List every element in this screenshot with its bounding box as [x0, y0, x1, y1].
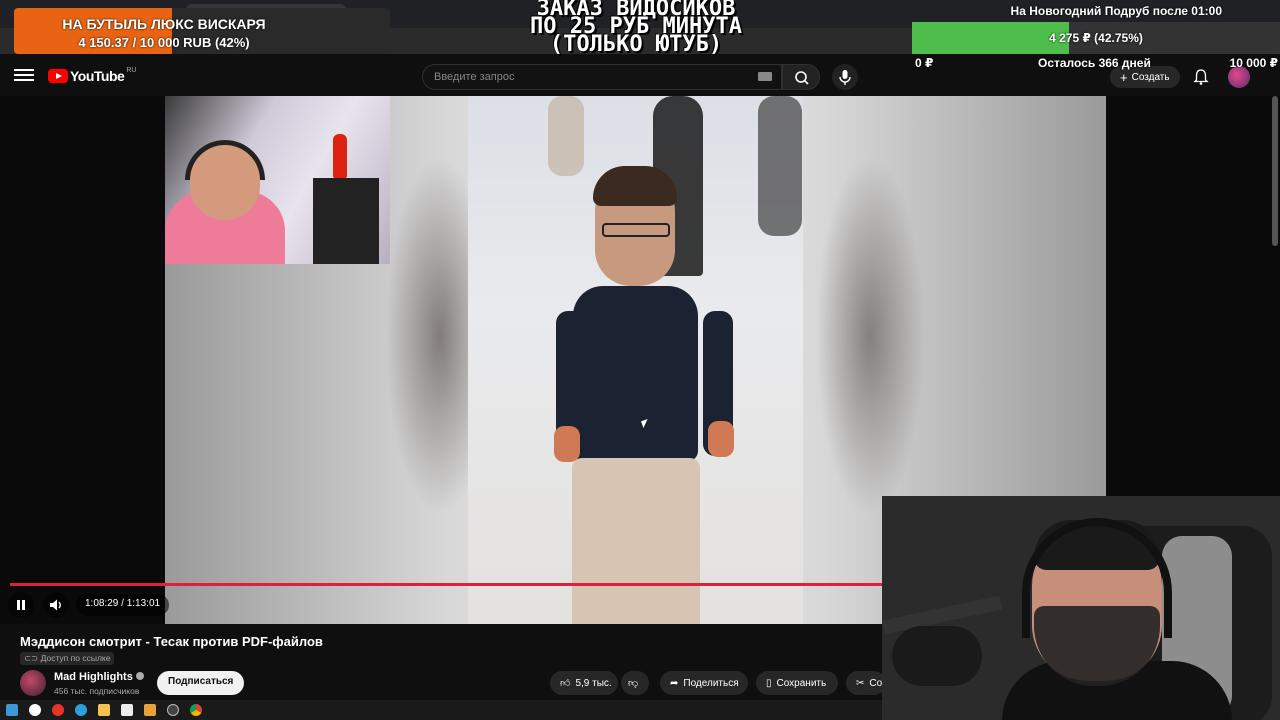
video-details: Мэддисон смотрит - Тесак против PDF-файл… — [0, 624, 886, 700]
goal-max: 10 000 ₽ — [1229, 56, 1278, 70]
walker-sweater — [573, 286, 698, 461]
menu-icon[interactable] — [14, 66, 34, 86]
like-button[interactable]: 👍︎ 5,9 тыс. — [550, 671, 618, 695]
donation-goal-amount: 4 150.37 / 10 000 RUB (42%) — [78, 35, 250, 50]
share-icon: ➦ — [670, 677, 679, 689]
clip-label: Со — [869, 677, 883, 689]
goal-remaining: Осталось 366 дней — [1038, 56, 1151, 70]
microphone — [892, 626, 982, 686]
yandex-icon[interactable] — [52, 704, 64, 716]
shelf — [313, 178, 379, 264]
keyboard-icon[interactable] — [758, 72, 772, 81]
new-year-goal-widget: На Новогодний Подруб после 01:00 4 275 ₽… — [912, 0, 1280, 74]
runway-clip — [468, 96, 803, 624]
yandex-browser-icon[interactable] — [29, 704, 41, 716]
microphone-icon — [839, 70, 851, 85]
verified-icon — [135, 672, 144, 680]
channel-avatar[interactable] — [20, 670, 46, 696]
explorer-icon[interactable] — [98, 704, 110, 716]
pause-button[interactable] — [8, 592, 34, 618]
share-label: Поделиться — [683, 677, 739, 689]
obs-icon[interactable] — [167, 704, 179, 716]
search-button[interactable] — [782, 64, 820, 90]
thumbs-down-icon: 👎︎ — [628, 678, 639, 689]
like-count: 5,9 тыс. — [575, 677, 612, 689]
notes-icon[interactable] — [121, 704, 133, 716]
telegram-icon[interactable] — [75, 704, 87, 716]
dislike-button[interactable]: 👎︎ — [621, 671, 649, 695]
walker-hair — [593, 166, 677, 206]
screen: Мэддисон смотрит - Тесак YouTube RU Введ… — [0, 0, 1280, 720]
donation-goal-widget: НА БУТЫЛЬ ЛЮКС ВИСКАРЯ 4 150.37 / 10 000… — [14, 8, 390, 54]
channel-name-text: Mad Highlights — [54, 671, 133, 683]
youtube-play-icon — [48, 69, 68, 83]
goal-title: На Новогодний Подруб после 01:00 — [1010, 4, 1222, 18]
region-code: RU — [126, 66, 137, 74]
access-badge: ⊂⊃ Доступ по ссылке — [20, 652, 115, 665]
order-line: (ТОЛЬКО ЮТУБ) — [549, 32, 723, 57]
scissors-icon: ✂ — [856, 677, 865, 689]
subscribe-button[interactable]: Подписаться — [157, 671, 245, 695]
player-controls: 1:08:29 / 1:13:01 — [0, 590, 882, 624]
video-title: Мэддисон смотрит - Тесак против PDF-файл… — [20, 634, 323, 649]
search-icon — [795, 71, 809, 85]
logo-text: YouTube — [70, 68, 125, 84]
goal-min: 0 ₽ — [915, 56, 934, 70]
link-icon: ⊂⊃ — [24, 653, 41, 663]
volume-icon — [50, 599, 61, 611]
walker-glasses — [602, 223, 670, 237]
streamer-webcam — [882, 496, 1280, 720]
youtube-logo[interactable]: YouTube RU — [48, 66, 137, 84]
share-button[interactable]: ➦ Поделиться — [660, 671, 748, 695]
video-order-banner: ЗАКАЗ ВИДОСИКОВ ПО 25 РУБ МИНУТА (ТОЛЬКО… — [480, 0, 792, 57]
goal-progress-bar: 4 275 ₽ (42.75%) — [912, 22, 1280, 54]
thumbs-up-icon: 👍︎ — [560, 678, 571, 689]
progress-bar[interactable] — [10, 583, 883, 586]
channel-name[interactable]: Mad Highlights — [54, 671, 144, 683]
voice-search-button[interactable] — [832, 64, 858, 90]
page-scrollbar[interactable] — [1272, 96, 1278, 246]
time-display: 1:08:29 / 1:13:01 — [76, 594, 170, 616]
blurred-figure — [815, 156, 925, 516]
search-input[interactable]: Введите запрос — [422, 64, 782, 90]
goal-amount: 4 275 ₽ (42.75%) — [1049, 31, 1143, 45]
save-label: Сохранить — [776, 677, 827, 689]
taskbar — [0, 700, 882, 720]
background-model — [548, 96, 584, 176]
volume-button[interactable] — [43, 592, 69, 618]
background-model — [758, 96, 802, 236]
bookmark-icon: ▯ — [766, 677, 772, 689]
clip-button[interactable]: ✂ Со — [846, 671, 886, 695]
subscriber-count: 456 тыс. подписчиков — [54, 686, 140, 696]
access-label: Доступ по ссылке — [40, 653, 111, 663]
walker-hand — [708, 421, 734, 457]
embedded-webcam — [165, 96, 390, 264]
red-lamp — [333, 134, 347, 178]
save-button[interactable]: ▯ Сохранить — [756, 671, 838, 695]
donation-goal-title: НА БУТЫЛЬ ЛЮКС ВИСКАРЯ — [62, 16, 266, 32]
walker-hand — [554, 426, 580, 462]
chrome-icon[interactable] — [190, 704, 202, 716]
windows-icon[interactable] — [6, 704, 18, 716]
app-icon[interactable] — [144, 704, 156, 716]
